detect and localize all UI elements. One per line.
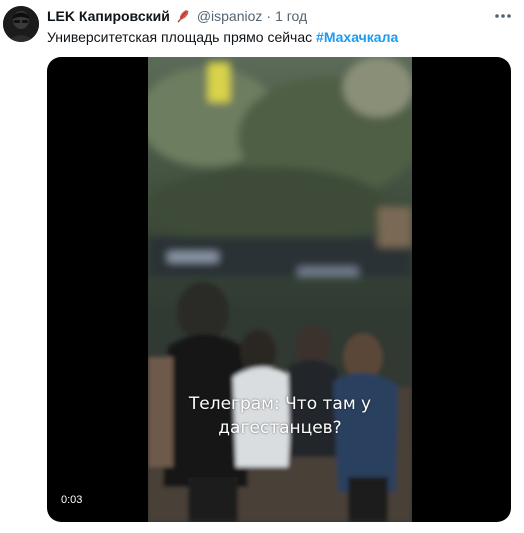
tweet-header: LEK Капировский @ispanioz · 1 год <box>47 7 307 25</box>
username[interactable]: @ispanioz <box>197 7 263 25</box>
video-caption: Телеграм: Что там у дагестанцев? <box>148 392 412 440</box>
tweet-text-body: Университетская площадь прямо сейчас <box>47 29 313 45</box>
tweet[interactable]: LEK Капировский @ispanioz · 1 год Универ… <box>0 0 524 533</box>
avatar[interactable] <box>3 6 39 42</box>
video-frame[interactable] <box>148 57 412 522</box>
feather-icon <box>175 8 191 24</box>
caption-line-2: дагестанцев? <box>218 418 342 438</box>
tweet-text: Университетская площадь прямо сейчас #Ма… <box>47 28 507 46</box>
caption-line-1: Телеграм: Что там у <box>188 394 372 414</box>
hashtag-link[interactable]: #Махачкала <box>316 29 398 45</box>
video-player[interactable]: Телеграм: Что там у дагестанцев? 0:03 <box>47 57 511 522</box>
video-timestamp: 0:03 <box>57 492 87 509</box>
tweet-time[interactable]: 1 год <box>275 7 307 25</box>
more-options-button[interactable] <box>492 6 514 26</box>
display-name[interactable]: LEK Капировский <box>47 7 170 25</box>
more-icon <box>495 14 511 18</box>
separator-dot: · <box>266 8 272 24</box>
